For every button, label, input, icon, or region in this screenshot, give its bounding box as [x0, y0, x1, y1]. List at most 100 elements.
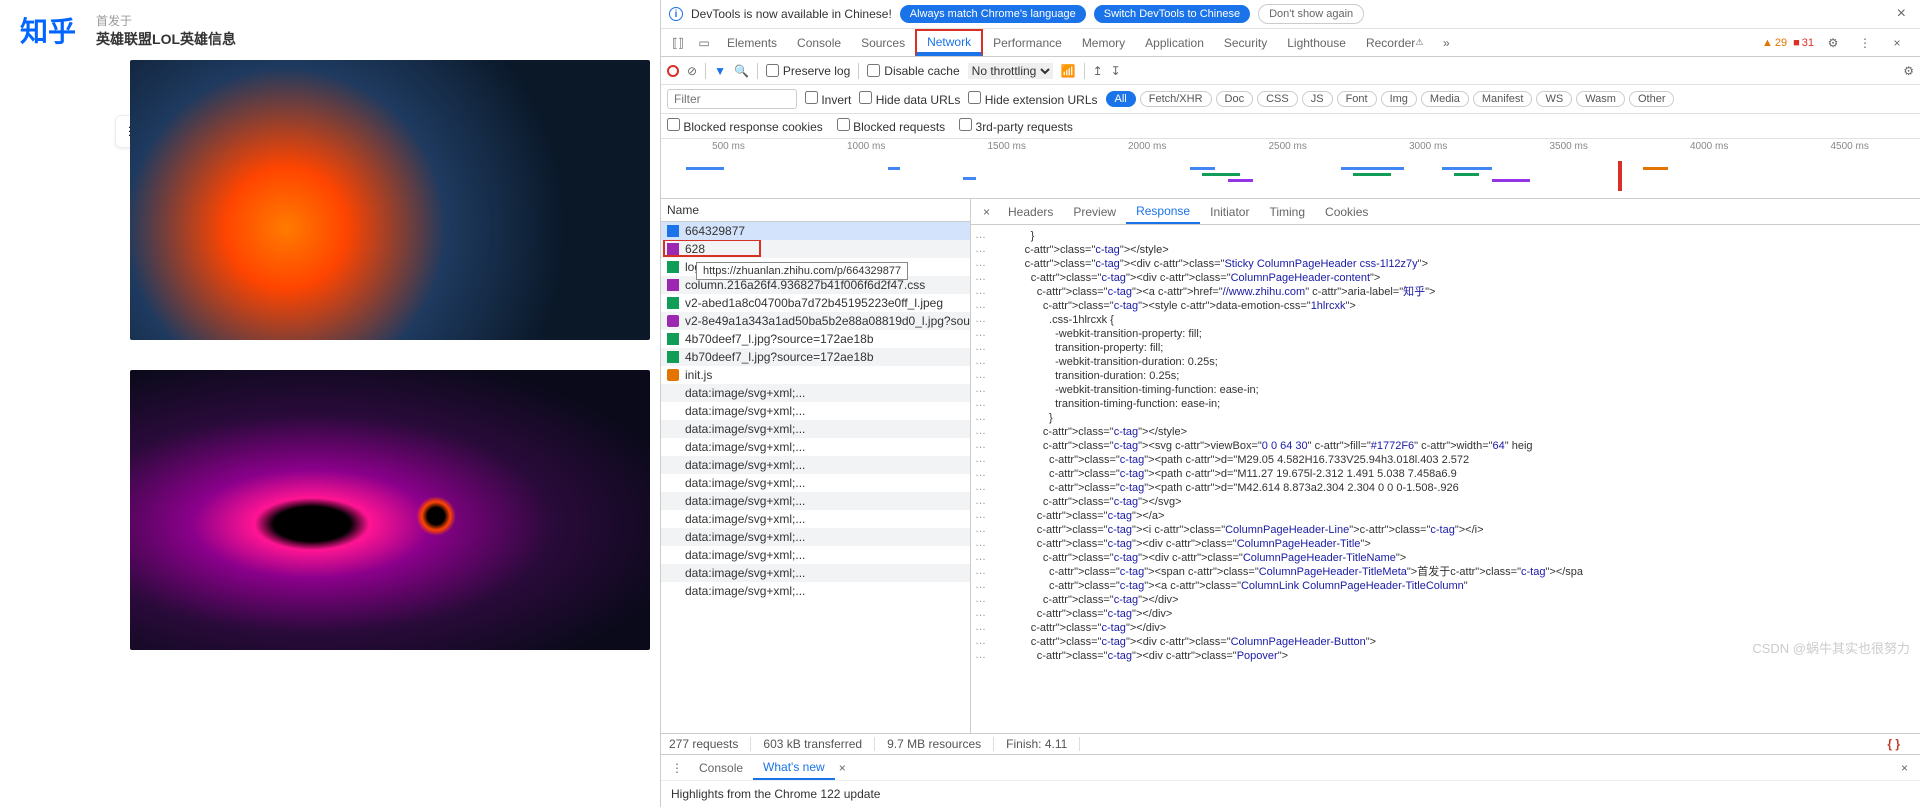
request-row[interactable]: v2-8e49a1a343a1ad50ba5b2e88a08819d0_l.jp… [661, 312, 970, 330]
blocked-requests-checkbox[interactable]: Blocked requests [837, 118, 945, 134]
language-banner: i DevTools is now available in Chinese! … [661, 0, 1920, 29]
chip-wasm[interactable]: Wasm [1576, 91, 1625, 107]
search-icon[interactable]: 🔍 [734, 64, 749, 78]
tab-memory[interactable]: Memory [1072, 29, 1135, 56]
hide-extension-urls-checkbox[interactable]: Hide extension URLs [968, 91, 1097, 107]
detail-tab-timing[interactable]: Timing [1259, 199, 1315, 224]
close-detail-icon[interactable]: × [975, 205, 998, 219]
zhihu-column-title[interactable]: 英雄联盟LOL英雄信息 [96, 29, 236, 49]
dont-show-button[interactable]: Don't show again [1258, 4, 1364, 24]
switch-chinese-button[interactable]: Switch DevTools to Chinese [1094, 5, 1250, 23]
tab-elements[interactable]: Elements [717, 29, 787, 56]
request-row[interactable]: data:image/svg+xml;... [661, 402, 970, 420]
filter-icon[interactable]: ▼ [714, 64, 726, 78]
filter-bar-2: Blocked response cookies Blocked request… [661, 114, 1920, 139]
wifi-icon[interactable]: 📶 [1061, 64, 1076, 78]
request-row[interactable]: data:image/svg+xml;... [661, 564, 970, 582]
filter-input[interactable] [667, 89, 797, 109]
chip-manifest[interactable]: Manifest [1473, 91, 1533, 107]
request-row[interactable]: data:image/svg+xml;... [661, 474, 970, 492]
request-row[interactable]: data:image/svg+xml;... [661, 510, 970, 528]
chip-all[interactable]: All [1106, 91, 1136, 107]
file-type-icon [667, 477, 679, 489]
blocked-cookies-checkbox[interactable]: Blocked response cookies [667, 118, 823, 134]
tab-security[interactable]: Security [1214, 29, 1277, 56]
upload-icon[interactable]: ↥ [1093, 64, 1103, 78]
more-tabs-icon[interactable]: » [1433, 36, 1459, 50]
drawer-tab-what-s-new[interactable]: What's new [753, 755, 835, 780]
network-timeline[interactable]: 500 ms1000 ms1500 ms2000 ms2500 ms3000 m… [661, 139, 1920, 199]
detail-tab-preview[interactable]: Preview [1063, 199, 1126, 224]
request-row[interactable]: data:image/svg+xml;... [661, 492, 970, 510]
detail-tab-cookies[interactable]: Cookies [1315, 199, 1378, 224]
disable-cache-checkbox[interactable]: Disable cache [867, 64, 959, 78]
tab-console[interactable]: Console [787, 29, 851, 56]
zhihu-logo[interactable]: 知乎 [20, 10, 76, 50]
request-row[interactable]: 628 [661, 240, 970, 258]
close-drawer-icon[interactable]: × [1893, 761, 1916, 775]
throttling-select[interactable]: No throttling [968, 63, 1053, 79]
match-language-button[interactable]: Always match Chrome's language [900, 5, 1086, 23]
article-image-1[interactable] [130, 60, 650, 340]
detail-tab-headers[interactable]: Headers [998, 199, 1063, 224]
inspect-icon[interactable]: ⟦⟧ [665, 36, 691, 50]
request-row[interactable]: 664329877 [661, 222, 970, 240]
chip-font[interactable]: Font [1337, 91, 1377, 107]
request-name: data:image/svg+xml;... [685, 530, 805, 544]
file-type-icon [667, 261, 679, 273]
request-row[interactable]: data:image/svg+xml;... [661, 546, 970, 564]
request-row[interactable]: init.js [661, 366, 970, 384]
chip-media[interactable]: Media [1421, 91, 1469, 107]
close-tab-icon[interactable]: × [835, 761, 850, 775]
request-row[interactable]: data:image/svg+xml;... [661, 528, 970, 546]
clear-icon[interactable]: ⊘ [687, 64, 697, 78]
settings-icon[interactable]: ⚙ [1820, 36, 1846, 50]
tab-application[interactable]: Application [1135, 29, 1214, 56]
tab-recorder[interactable]: Recorder ⚠ [1356, 29, 1433, 56]
drawer-tab-console[interactable]: Console [689, 755, 753, 780]
request-row[interactable]: data:image/svg+xml;... [661, 384, 970, 402]
kebab-icon[interactable]: ⋮ [1852, 36, 1878, 50]
request-row[interactable]: data:image/svg+xml;... [661, 582, 970, 600]
device-icon[interactable]: ▭ [691, 36, 717, 50]
request-row[interactable]: 4b70deef7_l.jpg?source=172ae18b [661, 330, 970, 348]
third-party-checkbox[interactable]: 3rd-party requests [959, 118, 1073, 134]
request-name: data:image/svg+xml;... [685, 512, 805, 526]
chip-img[interactable]: Img [1381, 91, 1417, 107]
network-settings-icon[interactable]: ⚙ [1903, 64, 1914, 78]
warnings-badge[interactable]: ▲ 29 [1762, 37, 1787, 49]
detail-tab-initiator[interactable]: Initiator [1200, 199, 1259, 224]
drawer: ⋮ ConsoleWhat's new × × Highlights from … [661, 754, 1920, 807]
pretty-print-icon[interactable]: { } [1887, 737, 1912, 751]
request-row[interactable]: data:image/svg+xml;... [661, 456, 970, 474]
chip-css[interactable]: CSS [1257, 91, 1298, 107]
request-row[interactable]: data:image/svg+xml;... [661, 420, 970, 438]
invert-checkbox[interactable]: Invert [805, 91, 851, 107]
filter-bar: Invert Hide data URLs Hide extension URL… [661, 85, 1920, 114]
record-icon[interactable] [667, 65, 679, 77]
request-row[interactable]: 4b70deef7_l.jpg?source=172ae18b [661, 348, 970, 366]
errors-badge[interactable]: ■ 31 [1793, 37, 1814, 49]
detail-tab-response[interactable]: Response [1126, 199, 1200, 224]
article-image-2[interactable] [130, 370, 650, 650]
download-icon[interactable]: ↧ [1111, 64, 1121, 78]
preserve-log-checkbox[interactable]: Preserve log [766, 64, 850, 78]
request-row[interactable]: data:image/svg+xml;... [661, 438, 970, 456]
file-type-icon [667, 495, 679, 507]
chip-ws[interactable]: WS [1536, 91, 1572, 107]
close-devtools-icon[interactable]: × [1884, 36, 1910, 50]
chip-other[interactable]: Other [1629, 91, 1675, 107]
drawer-kebab-icon[interactable]: ⋮ [665, 761, 689, 775]
banner-close-icon[interactable]: × [1891, 5, 1912, 23]
request-row[interactable]: v2-abed1a8c04700ba7d72b45195223e0ff_l.jp… [661, 294, 970, 312]
tab-sources[interactable]: Sources [851, 29, 915, 56]
name-column-header[interactable]: Name [661, 199, 970, 222]
tab-network[interactable]: Network [915, 29, 983, 56]
response-body[interactable]: ………………………………………………………………………………… } c-attr… [971, 225, 1920, 733]
hide-data-urls-checkbox[interactable]: Hide data URLs [859, 91, 960, 107]
chip-doc[interactable]: Doc [1216, 91, 1254, 107]
tab-lighthouse[interactable]: Lighthouse [1277, 29, 1356, 56]
tab-performance[interactable]: Performance [983, 29, 1072, 56]
chip-fetch-xhr[interactable]: Fetch/XHR [1140, 91, 1212, 107]
chip-js[interactable]: JS [1302, 91, 1333, 107]
